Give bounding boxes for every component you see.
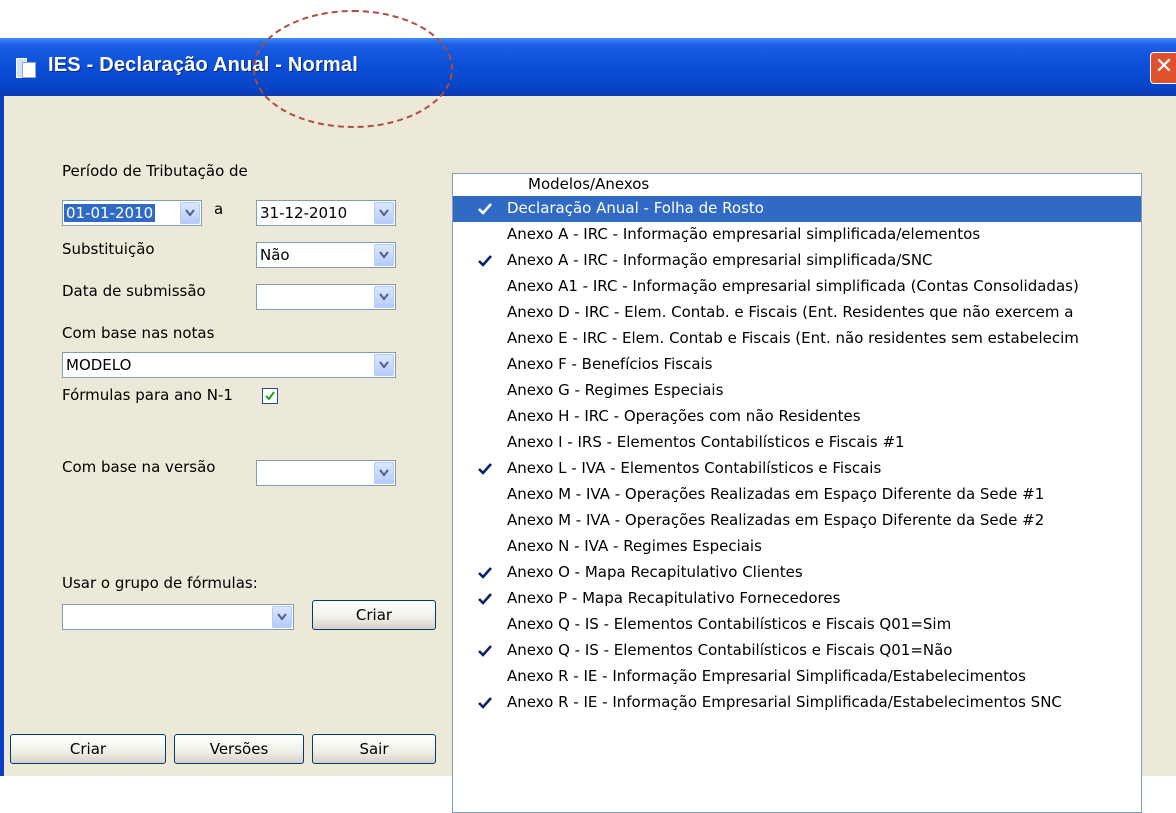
chevron-down-icon[interactable] xyxy=(374,354,394,376)
checkmark-icon xyxy=(477,565,493,581)
chevron-down-icon[interactable] xyxy=(180,202,200,224)
formulas-checkbox[interactable] xyxy=(262,388,278,404)
chevron-down-icon[interactable] xyxy=(272,606,292,628)
list-item-label: Anexo Q - IS - Elementos Contabilísticos… xyxy=(507,615,952,633)
data-submissao-label: Data de submissão xyxy=(62,282,206,300)
list-item-label: Anexo G - Regimes Especiais xyxy=(507,381,724,399)
list-item[interactable]: Anexo L - IVA - Elementos Contabilístico… xyxy=(453,456,1141,482)
list-item[interactable]: Anexo A - IRC - Informação empresarial s… xyxy=(453,248,1141,274)
chevron-down-icon[interactable] xyxy=(374,244,394,266)
chevron-down-icon[interactable] xyxy=(374,286,394,308)
date-separator: a xyxy=(214,200,224,218)
criar-grupo-button[interactable]: Criar xyxy=(312,600,436,630)
list-item[interactable]: Declaração Anual - Folha de Rosto xyxy=(453,196,1141,222)
list-item[interactable]: Anexo P - Mapa Recapitulativo Fornecedor… xyxy=(453,586,1141,612)
list-item-label: Anexo M - IVA - Operações Realizadas em … xyxy=(507,485,1045,503)
list-item-label: Anexo A - IRC - Informação empresarial s… xyxy=(507,251,933,269)
list-item-label: Anexo L - IVA - Elementos Contabilístico… xyxy=(507,459,882,477)
list-item-label: Anexo A - IRC - Informação empresarial s… xyxy=(507,225,981,243)
annotation-circle xyxy=(253,10,453,128)
list-header-title: Modelos/Anexos xyxy=(528,175,650,193)
list-item-label: Anexo M - IVA - Operações Realizadas em … xyxy=(507,511,1045,529)
dialog-body: Período de Tributação de 01-01-2010 a 31… xyxy=(4,96,1176,813)
dialog-window: IES - Declaração Anual - Normal ✕ Períod… xyxy=(0,38,1176,813)
checkmark-icon xyxy=(477,201,493,217)
list-item[interactable]: Anexo Q - IS - Elementos Contabilísticos… xyxy=(453,638,1141,664)
list-item-label: Anexo Q - IS - Elementos Contabilísticos… xyxy=(507,641,953,659)
substituicao-label: Substituição xyxy=(62,240,155,258)
list-item[interactable]: Anexo I - IRS - Elementos Contabilístico… xyxy=(453,430,1141,456)
list-item[interactable]: Anexo A - IRC - Informação empresarial s… xyxy=(453,222,1141,248)
list-item-label: Anexo H - IRC - Operações com não Reside… xyxy=(507,407,861,425)
list-item[interactable]: Anexo R - IE - Informação Empresarial Si… xyxy=(453,664,1141,690)
substituicao-combo[interactable]: Não xyxy=(256,242,396,268)
checkmark-icon xyxy=(477,461,493,477)
list-item[interactable]: Anexo H - IRC - Operações com não Reside… xyxy=(453,404,1141,430)
checkmark-icon xyxy=(477,695,493,711)
list-item[interactable]: Anexo O - Mapa Recapitulativo Clientes xyxy=(453,560,1141,586)
chevron-down-icon[interactable] xyxy=(374,202,394,224)
list-item[interactable]: Anexo G - Regimes Especiais xyxy=(453,378,1141,404)
list-item-label: Anexo A1 - IRC - Informação empresarial … xyxy=(507,277,1079,295)
from-date-value: 01-01-2010 xyxy=(64,204,156,222)
checkmark-icon xyxy=(265,391,275,401)
list-item-label: Anexo P - Mapa Recapitulativo Fornecedor… xyxy=(507,589,841,607)
modelos-anexos-list[interactable]: Modelos/Anexos Declaração Anual - Folha … xyxy=(452,173,1142,813)
close-button[interactable]: ✕ xyxy=(1150,52,1176,84)
com-base-versao-combo[interactable] xyxy=(256,460,396,486)
periodo-label: Período de Tributação de xyxy=(62,162,248,180)
grupo-formulas-label: Usar o grupo de fórmulas: xyxy=(62,574,258,592)
list-item[interactable]: Anexo M - IVA - Operações Realizadas em … xyxy=(453,482,1141,508)
list-item-label: Anexo R - IE - Informação Empresarial Si… xyxy=(507,667,1026,685)
list-item-label: Anexo I - IRS - Elementos Contabilístico… xyxy=(507,433,905,451)
com-base-versao-label: Com base na versão xyxy=(62,458,216,476)
chevron-down-icon[interactable] xyxy=(374,462,394,484)
list-item[interactable]: Anexo Q - IS - Elementos Contabilísticos… xyxy=(453,612,1141,638)
list-item[interactable]: Anexo N - IVA - Regimes Especiais xyxy=(453,534,1141,560)
list-item[interactable]: Anexo D - IRC - Elem. Contab. e Fiscais … xyxy=(453,300,1141,326)
data-submissao-combo[interactable] xyxy=(256,284,396,310)
grupo-formulas-combo[interactable] xyxy=(62,604,294,630)
formulas-label: Fórmulas para ano N-1 xyxy=(62,386,233,404)
sair-button[interactable]: Sair xyxy=(312,734,436,764)
com-base-notas-label: Com base nas notas xyxy=(62,324,215,342)
criar-button[interactable]: Criar xyxy=(10,734,166,764)
to-date-combo[interactable]: 31-12-2010 xyxy=(256,200,396,226)
list-header: Modelos/Anexos xyxy=(453,174,1141,196)
com-base-notas-combo[interactable]: MODELO xyxy=(62,352,396,378)
list-item[interactable]: Anexo M - IVA - Operações Realizadas em … xyxy=(453,508,1141,534)
window-icon xyxy=(16,58,38,78)
from-date-combo[interactable]: 01-01-2010 xyxy=(62,200,202,226)
com-base-notas-value: MODELO xyxy=(66,356,132,374)
list-item[interactable]: Anexo F - Benefícios Fiscais xyxy=(453,352,1141,378)
list-item-label: Anexo R - IE - Informação Empresarial Si… xyxy=(507,693,1062,711)
checkmark-icon xyxy=(477,591,493,607)
checkmark-icon xyxy=(477,643,493,659)
list-item-label: Anexo D - IRC - Elem. Contab. e Fiscais … xyxy=(507,303,1074,321)
title-bar[interactable]: IES - Declaração Anual - Normal ✕ xyxy=(0,38,1176,96)
list-item-label: Anexo N - IVA - Regimes Especiais xyxy=(507,537,762,555)
versoes-button[interactable]: Versões xyxy=(174,734,304,764)
substituicao-value: Não xyxy=(260,246,290,264)
list-item-label: Anexo O - Mapa Recapitulativo Clientes xyxy=(507,563,803,581)
checkmark-icon xyxy=(477,253,493,269)
to-date-value: 31-12-2010 xyxy=(260,204,348,222)
list-item-label: Anexo F - Benefícios Fiscais xyxy=(507,355,713,373)
list-item[interactable]: Anexo E - IRC - Elem. Contab e Fiscais (… xyxy=(453,326,1141,352)
list-item-label: Anexo E - IRC - Elem. Contab e Fiscais (… xyxy=(507,329,1079,347)
list-item[interactable]: Anexo R - IE - Informação Empresarial Si… xyxy=(453,690,1141,716)
list-item[interactable]: Anexo A1 - IRC - Informação empresarial … xyxy=(453,274,1141,300)
list-item-label: Declaração Anual - Folha de Rosto xyxy=(507,199,764,217)
